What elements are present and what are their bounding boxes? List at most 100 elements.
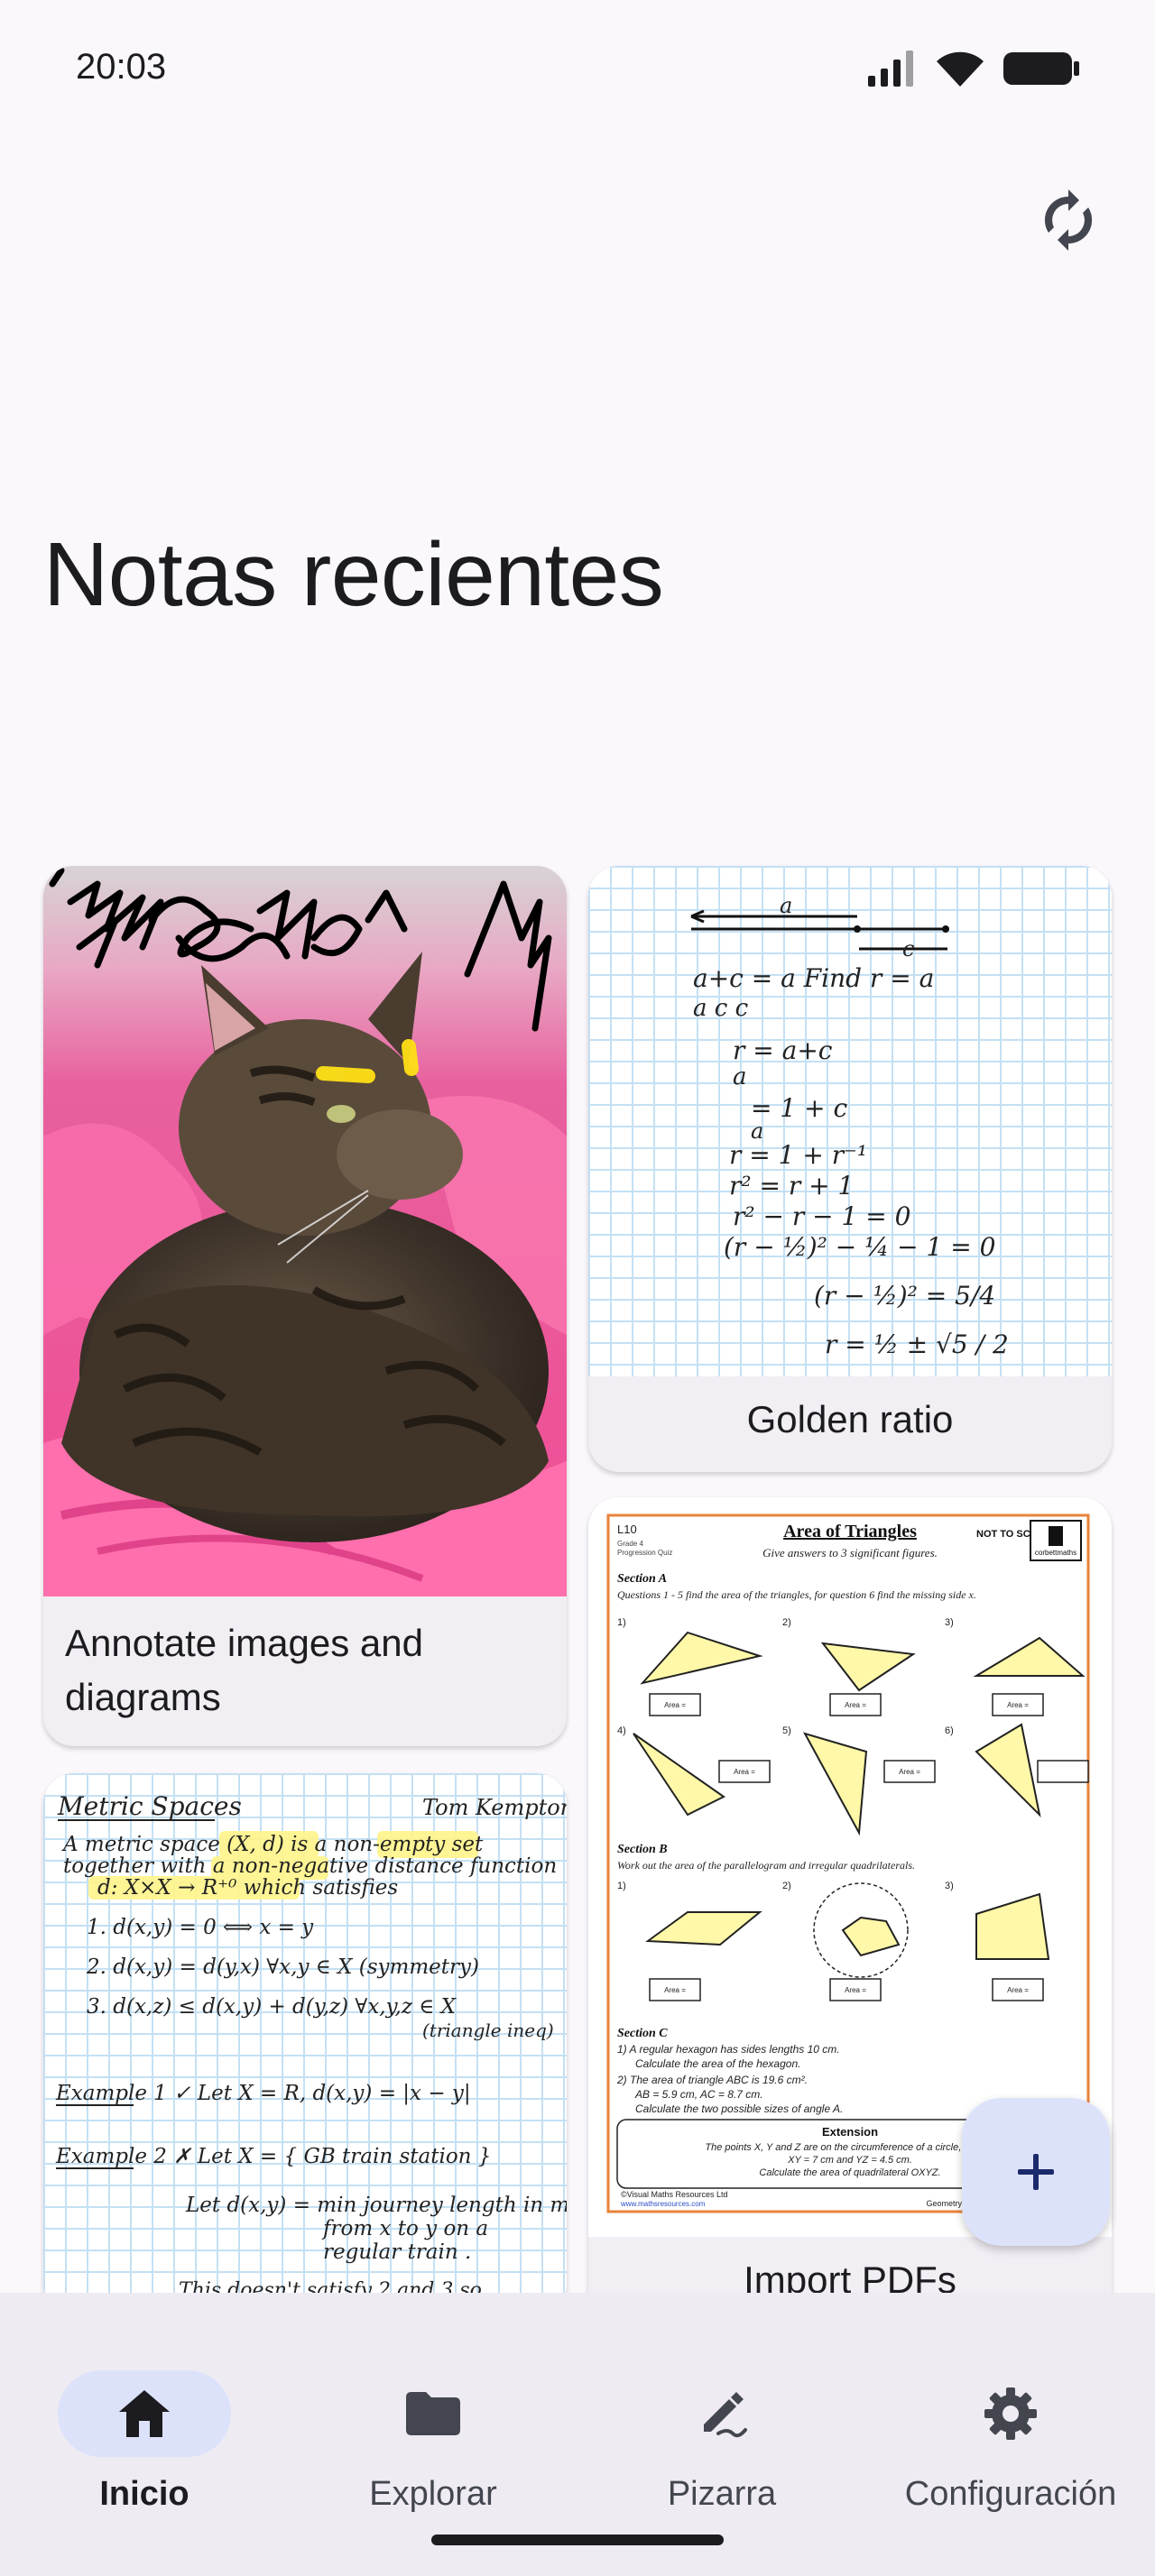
folder-icon <box>406 2392 460 2435</box>
sync-button[interactable] <box>1029 180 1108 260</box>
svg-text:3): 3) <box>945 1881 954 1891</box>
note-title: Golden ratio <box>746 1398 954 1440</box>
metric-e1: Example 1 ✓ Let X = R, d(x,y) = |x − y| <box>55 2082 471 2105</box>
golden-l2: = 1 + c <box>751 1093 847 1123</box>
metric-e2: Example 2 ✗ Let X = { GB train station } <box>55 2145 491 2168</box>
add-icon <box>1018 2154 1054 2190</box>
svg-text:3): 3) <box>945 1617 954 1628</box>
ws-area-label: Area = <box>664 1986 686 1994</box>
settings-icon <box>984 2387 1037 2440</box>
ws-c2c: Calculate the two possible sizes of angl… <box>635 2102 843 2115</box>
ws-area-label: Area = <box>845 1701 866 1709</box>
svg-text:1): 1) <box>617 1881 626 1891</box>
ws-footer-url: www.mathsresources.com <box>620 2200 706 2208</box>
note-thumbnail-metric-spaces: Metric Spaces Tom Kempton A metric space… <box>43 1773 567 2314</box>
signal-icon <box>868 51 913 87</box>
metric-d3: d: X×X → R⁺⁰ which satisfies <box>97 1876 398 1900</box>
metric-d1: A metric space (X, d) is a non-empty set <box>61 1833 484 1856</box>
metric-author: Tom Kempton <box>422 1795 567 1820</box>
note-thumbnail-cat <box>43 866 567 1596</box>
svg-text:1): 1) <box>617 1617 626 1628</box>
bottom-navigation: Inicio Explorar Pizarra Configuración <box>0 2293 1155 2576</box>
nav-indicator <box>58 2370 231 2457</box>
nav-indicator <box>346 2370 520 2457</box>
golden-eq1: a+c = a Find r = a <box>693 963 934 993</box>
ws-area-label: Area = <box>845 1986 866 1994</box>
status-bar: 20:03 <box>0 0 1155 135</box>
golden-l1: r = a+c <box>733 1035 833 1065</box>
note-thumbnail-golden-ratio: a c a+c = a Find r = a a c c r = a+c a =… <box>588 866 1112 1376</box>
metric-title: Metric Spaces <box>57 1791 242 1821</box>
metric-d2: together with a non-negative distance fu… <box>63 1854 557 1878</box>
note-card-metric-spaces[interactable]: Metric Spaces Tom Kempton A metric space… <box>43 1773 567 2314</box>
svg-text:6): 6) <box>945 1725 954 1736</box>
ws-code: L10 <box>617 1523 637 1536</box>
ws-section-b-text: Work out the area of the parallelogram a… <box>617 1859 915 1872</box>
metric-p1: 1. d(x,y) = 0 ⟺ x = y <box>87 1916 314 1939</box>
ws-section-c: Section C <box>617 2027 668 2040</box>
metric-e3: Let d(x,y) = min journey length in mins <box>185 2194 567 2217</box>
golden-eq1b: a c c <box>693 995 749 1022</box>
home-icon <box>119 2390 170 2437</box>
sync-icon <box>1044 189 1093 251</box>
ws-area-label: Area = <box>899 1768 920 1776</box>
ws-c1: 1) A regular hexagon has sides lengths 1… <box>617 2043 840 2056</box>
nav-indicator <box>635 2370 808 2457</box>
ws-grade: Grade 4 <box>617 1540 643 1548</box>
segment-a-label: a <box>780 893 792 918</box>
metric-p3: 3. d(x,z) ≤ d(x,y) + d(y,z) ∀x,y,z ∈ X <box>87 1995 457 2019</box>
nav-item-pizarra[interactable]: Pizarra <box>578 2334 866 2515</box>
ws-brand: corbettmaths <box>1035 1549 1076 1557</box>
metric-p2: 2. d(x,y) = d(y,x) ∀x,y ∈ X (symmetry) <box>86 1955 479 1979</box>
nav-item-explorar[interactable]: Explorar <box>289 2334 578 2515</box>
page-title: Notas recientes <box>43 524 664 625</box>
segment-c-label: c <box>902 936 914 961</box>
golden-l5: r² − r − 1 = 0 <box>733 1201 910 1231</box>
ws-section-b: Section B <box>617 1843 668 1856</box>
ws-ext3: Calculate the area of quadrilateral OXYZ… <box>759 2167 940 2178</box>
ws-quiz: Progression Quiz <box>617 1549 672 1557</box>
golden-l6: (r − ½)² − ¼ − 1 = 0 <box>724 1232 995 1262</box>
nav-indicator <box>924 2370 1097 2457</box>
nav-label: Configuración <box>904 2475 1117 2513</box>
ws-area-label: Area = <box>1007 1701 1029 1709</box>
nav-label: Explorar <box>369 2475 497 2513</box>
metric-e4: from x to y on a <box>321 2217 488 2240</box>
status-icons <box>866 51 1079 87</box>
nav-item-configuracion[interactable]: Configuración <box>866 2334 1155 2515</box>
home-indicator[interactable] <box>431 2535 724 2545</box>
ws-c2: 2) The area of triangle ABC is 19.6 cm². <box>616 2074 808 2086</box>
golden-l8: r = ½ ± √5 / 2 <box>825 1329 1009 1359</box>
ws-title: Area of Triangles <box>783 1522 917 1541</box>
svg-text:4): 4) <box>617 1725 626 1736</box>
status-time: 20:03 <box>76 47 167 87</box>
note-title: Annotate images and diagrams <box>65 1622 423 1718</box>
nav-item-inicio[interactable]: Inicio <box>0 2334 289 2515</box>
metric-p3b: (triangle ineq) <box>422 2019 554 2041</box>
add-note-button[interactable] <box>962 2098 1110 2246</box>
note-card-golden-ratio[interactable]: a c a+c = a Find r = a a c c r = a+c a =… <box>588 866 1112 1472</box>
ws-c2b: AB = 5.9 cm, AC = 8.7 cm. <box>634 2088 763 2101</box>
ws-area-label: Area = <box>734 1768 755 1776</box>
ws-ext2: XY = 7 cm and YZ = 4.5 cm. <box>787 2155 912 2166</box>
ws-area-label: Area = <box>664 1701 686 1709</box>
svg-text:2): 2) <box>782 1617 791 1628</box>
draw-icon <box>704 2392 747 2438</box>
ws-section-a-text: Questions 1 - 5 find the area of the tri… <box>617 1588 976 1601</box>
svg-text:2): 2) <box>782 1881 791 1891</box>
ws-area-label: Area = <box>1007 1986 1029 1994</box>
golden-l1b: a <box>733 1063 747 1090</box>
ws-footer-left: ©Visual Maths Resources Ltd <box>621 2190 728 2199</box>
golden-l4: r² = r + 1 <box>729 1171 854 1201</box>
wifi-icon <box>937 51 984 87</box>
svg-text:5): 5) <box>782 1725 791 1736</box>
ws-subtitle: Give answers to 3 significant figures. <box>762 1546 938 1559</box>
golden-l7: (r − ½)² = 5/4 <box>814 1281 995 1311</box>
note-card-annotate[interactable]: Annotate images and diagrams <box>43 866 567 1746</box>
golden-l3: r = 1 + r⁻¹ <box>729 1140 867 1170</box>
ws-c1b: Calculate the area of the hexagon. <box>635 2057 800 2070</box>
ws-section-a: Section A <box>617 1572 667 1586</box>
nav-label: Inicio <box>99 2475 189 2513</box>
ws-ext1: The points X, Y and Z are on the circumf… <box>705 2142 994 2153</box>
metric-e5: regular train . <box>323 2240 471 2264</box>
